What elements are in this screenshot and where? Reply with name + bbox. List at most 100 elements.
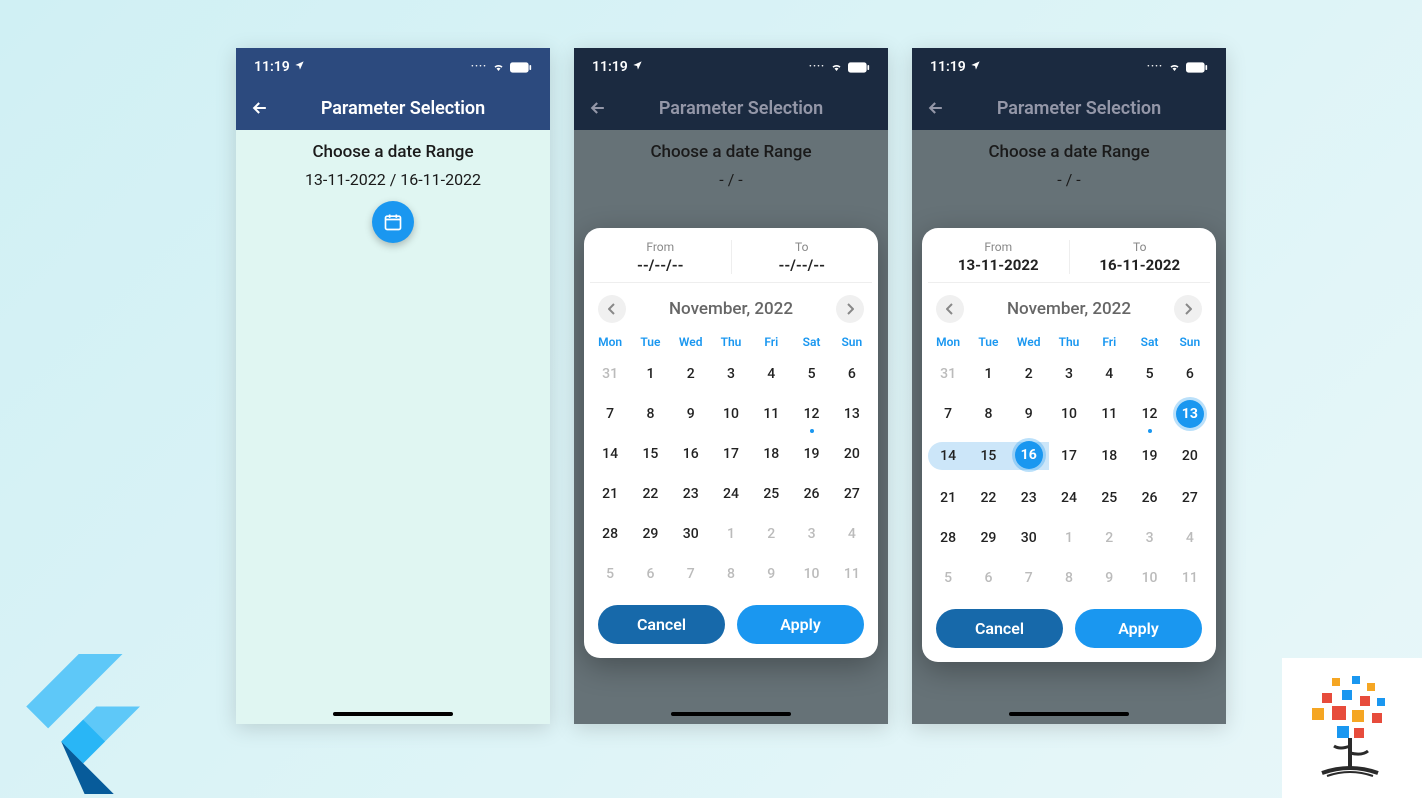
calendar-day[interactable]: 1 (968, 361, 1008, 387)
calendar-day[interactable]: 7 (1009, 565, 1049, 591)
calendar-day[interactable]: 2 (751, 521, 791, 547)
calendar-day[interactable]: 17 (711, 441, 751, 467)
calendar-day[interactable]: 28 (928, 525, 968, 551)
calendar-day[interactable]: 12 (1129, 401, 1169, 427)
calendar-day[interactable]: 22 (968, 485, 1008, 511)
calendar-day[interactable]: 24 (1049, 485, 1089, 511)
calendar-day[interactable]: 23 (1009, 485, 1049, 511)
prev-month-button[interactable] (936, 295, 964, 323)
calendar-day[interactable]: 7 (928, 401, 968, 427)
calendar-day[interactable]: 9 (1009, 401, 1049, 427)
calendar-day[interactable]: 3 (1049, 361, 1089, 387)
to-column[interactable]: To --/--/-- (732, 240, 873, 274)
cancel-button[interactable]: Cancel (936, 609, 1063, 648)
apply-button[interactable]: Apply (1075, 609, 1202, 648)
calendar-day[interactable]: 14 (928, 442, 968, 470)
calendar-day[interactable]: 20 (1170, 443, 1210, 469)
open-calendar-button[interactable] (372, 201, 414, 243)
calendar-day[interactable]: 27 (1170, 485, 1210, 511)
calendar-day[interactable]: 3 (711, 361, 751, 387)
calendar-day[interactable]: 21 (590, 481, 630, 507)
home-indicator[interactable] (333, 712, 453, 716)
calendar-day[interactable]: 6 (1170, 361, 1210, 387)
calendar-day[interactable]: 5 (791, 361, 831, 387)
back-button[interactable] (926, 98, 946, 118)
calendar-day[interactable]: 21 (928, 485, 968, 511)
calendar-day[interactable]: 2 (671, 361, 711, 387)
calendar-day[interactable]: 8 (1049, 565, 1089, 591)
calendar-day[interactable]: 9 (1089, 565, 1129, 591)
calendar-day[interactable]: 3 (791, 521, 831, 547)
calendar-day[interactable]: 31 (928, 361, 968, 387)
calendar-day[interactable]: 11 (832, 561, 872, 587)
calendar-day-end[interactable]: 16 (1009, 442, 1049, 470)
calendar-day[interactable]: 24 (711, 481, 751, 507)
calendar-day[interactable]: 7 (590, 401, 630, 427)
calendar-day[interactable]: 13 (832, 401, 872, 427)
calendar-day[interactable]: 11 (751, 401, 791, 427)
calendar-day[interactable]: 11 (1089, 401, 1129, 427)
calendar-day[interactable]: 8 (630, 401, 670, 427)
calendar-day[interactable]: 28 (590, 521, 630, 547)
calendar-day[interactable]: 6 (968, 565, 1008, 591)
calendar-day[interactable]: 26 (1129, 485, 1169, 511)
cancel-button[interactable]: Cancel (598, 605, 725, 644)
calendar-day[interactable]: 31 (590, 361, 630, 387)
calendar-day[interactable]: 19 (1129, 443, 1169, 469)
calendar-day[interactable]: 10 (1049, 401, 1089, 427)
next-month-button[interactable] (836, 295, 864, 323)
back-button[interactable] (250, 98, 270, 118)
calendar-day[interactable]: 30 (1009, 525, 1049, 551)
calendar-day[interactable]: 30 (671, 521, 711, 547)
calendar-day[interactable]: 23 (671, 481, 711, 507)
back-button[interactable] (588, 98, 608, 118)
calendar-day[interactable]: 16 (671, 441, 711, 467)
calendar-day[interactable]: 1 (1049, 525, 1089, 551)
calendar-day[interactable]: 2 (1089, 525, 1129, 551)
next-month-button[interactable] (1174, 295, 1202, 323)
calendar-day[interactable]: 15 (630, 441, 670, 467)
from-column[interactable]: From --/--/-- (590, 240, 732, 274)
calendar-day[interactable]: 5 (928, 565, 968, 591)
calendar-day[interactable]: 25 (751, 481, 791, 507)
calendar-day[interactable]: 10 (791, 561, 831, 587)
calendar-day[interactable]: 6 (832, 361, 872, 387)
calendar-day[interactable]: 11 (1170, 565, 1210, 591)
calendar-day[interactable]: 18 (751, 441, 791, 467)
calendar-day[interactable]: 3 (1129, 525, 1169, 551)
from-column[interactable]: From 13-11-2022 (928, 240, 1070, 274)
calendar-day[interactable]: 25 (1089, 485, 1129, 511)
calendar-day[interactable]: 9 (671, 401, 711, 427)
home-indicator[interactable] (1009, 712, 1129, 716)
home-indicator[interactable] (671, 712, 791, 716)
calendar-day[interactable]: 15 (968, 442, 1008, 470)
calendar-day-start[interactable]: 13 (1176, 400, 1204, 428)
calendar-day[interactable]: 4 (832, 521, 872, 547)
calendar-day[interactable]: 7 (671, 561, 711, 587)
calendar-day[interactable]: 5 (1129, 361, 1169, 387)
calendar-day[interactable]: 26 (791, 481, 831, 507)
apply-button[interactable]: Apply (737, 605, 864, 644)
calendar-day[interactable]: 22 (630, 481, 670, 507)
calendar-day[interactable]: 10 (711, 401, 751, 427)
calendar-day[interactable]: 9 (751, 561, 791, 587)
calendar-day[interactable]: 19 (791, 441, 831, 467)
calendar-day[interactable]: 1 (630, 361, 670, 387)
calendar-day[interactable]: 4 (1170, 525, 1210, 551)
calendar-day[interactable]: 14 (590, 441, 630, 467)
calendar-day[interactable]: 29 (968, 525, 1008, 551)
prev-month-button[interactable] (598, 295, 626, 323)
calendar-day[interactable]: 1 (711, 521, 751, 547)
calendar-day[interactable]: 27 (832, 481, 872, 507)
calendar-day[interactable]: 6 (630, 561, 670, 587)
calendar-day[interactable]: 29 (630, 521, 670, 547)
to-column[interactable]: To 16-11-2022 (1070, 240, 1211, 274)
calendar-day[interactable]: 4 (751, 361, 791, 387)
calendar-day[interactable]: 17 (1049, 443, 1089, 469)
calendar-day[interactable]: 8 (968, 401, 1008, 427)
calendar-day[interactable]: 12 (791, 401, 831, 427)
calendar-day[interactable]: 20 (832, 441, 872, 467)
calendar-day[interactable]: 8 (711, 561, 751, 587)
calendar-day[interactable]: 5 (590, 561, 630, 587)
calendar-day[interactable]: 10 (1129, 565, 1169, 591)
